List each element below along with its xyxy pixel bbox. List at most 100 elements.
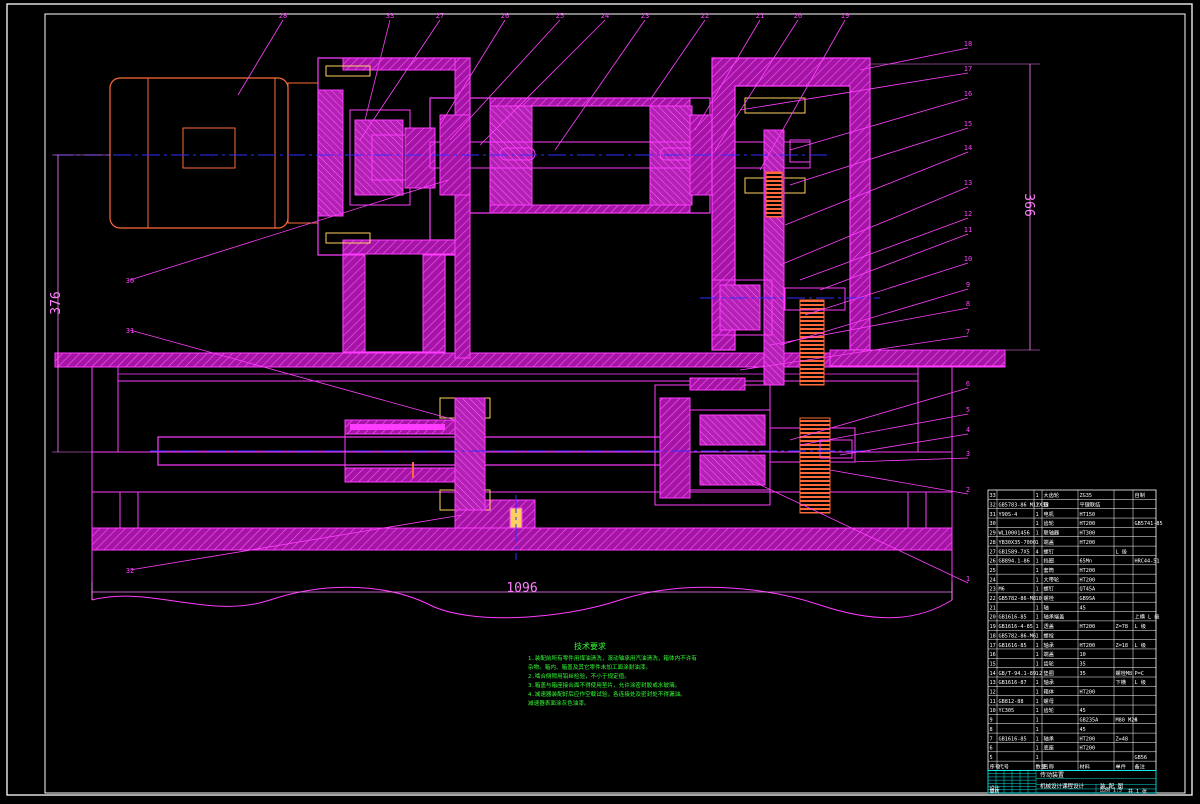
balloon-label: 25 [556,12,564,20]
table-cell: GB56 [1135,755,1148,761]
table-cell: 1 [1036,680,1039,686]
table-cell: L 级 [1135,622,1146,630]
table-cell: 1 [1036,531,1039,537]
table-cell: 齿轮 [1044,519,1054,527]
table-cell: 1 [1036,587,1039,593]
table-cell: GB1616-85 [999,643,1027,649]
balloon-label: 10 [964,255,972,263]
table-cell: GB1616-4-85 [999,624,1033,630]
table-cell: 轴承端盖 [1044,613,1065,621]
table-cell: GB1589-7X5 [999,549,1030,555]
table-cell: M6 [999,587,1005,593]
table-cell: 1 [1036,708,1039,714]
table-cell: 1 [1036,671,1039,677]
table-cell: HT200 [1080,521,1096,527]
table-cell: 22 [990,596,996,602]
table-cell: 10 [1036,596,1042,602]
table-cell: HT200 [1080,736,1096,742]
table-cell: 18 [990,633,996,639]
overall-length-dimension: 1096 [506,581,537,596]
table-cell: GB5782-86-M8 [999,596,1036,602]
balloon-label: 17 [964,65,972,73]
table-cell: 27 [990,549,996,555]
table-cell: 1 [1036,736,1039,742]
table-cell: 1 [1036,493,1039,499]
table-cell: 1 [1036,727,1039,733]
table-cell: 大带轮 [1044,575,1060,583]
table-cell: WL10001456 [999,531,1030,537]
table-cell: 下横 [1116,678,1127,686]
table-cell: GB1616-85 [999,615,1027,621]
table-cell: HRC44-51 [1135,559,1160,565]
drawing-name: 传动装置 [1040,771,1064,779]
table-cell: 24 [990,577,996,583]
table-cell: 35 [1080,671,1086,677]
table-cell: 19 [990,624,996,630]
table-cell: YB30X35-7000 [999,540,1036,546]
school-name: 机械设计课程设计 [1040,782,1085,790]
scale: 比例 1:5 [1100,786,1122,793]
table-cell: P=C [1135,671,1144,677]
table-cell: 12 [990,690,996,696]
table-cell: L 级 [1135,641,1146,649]
table-cell: 齿轮 [1044,706,1054,714]
note-line: 杂物。箱内、箱盖及其它零件未加工面涂耐油漆。 [528,663,651,671]
table-cell: 15 [990,661,996,667]
table-cell: L 级 [1135,678,1146,686]
table-cell: 平键联结 [1080,501,1101,509]
table-cell: 螺栓 [1044,631,1055,639]
table-cell: 28 [990,540,996,546]
table-cell: 5 [990,755,993,761]
table-cell: 16 [990,652,996,658]
table-cell: Z=18 [1116,643,1129,649]
balloon-label: 11 [964,226,972,234]
balloon-label: 7 [966,328,970,336]
balloon-label: 14 [964,144,972,152]
table-cell: 联轴器 [1044,529,1060,537]
table-cell: 9 [990,718,993,724]
table-cell: 6 [990,746,993,752]
balloon-label: 23 [641,12,649,20]
table-cell: HT200 [1080,568,1096,574]
table-cell: 35 [1080,661,1086,667]
table-cell: 29 [990,531,996,537]
table-cell: 4 [1036,549,1039,555]
table-cell: 轴承 [1044,641,1055,649]
table-cell: 33 [990,493,996,499]
table-cell: 1 [1036,718,1039,724]
table-cell: GB894.1-86 [999,559,1030,565]
table-cell: 齿轮 [1044,659,1054,667]
table-cell: GB5783-86 M12X35 [999,503,1049,509]
table-cell: 14 [990,671,996,677]
table-cell: 轴承 [1044,734,1055,742]
table-cell: 1 [1036,615,1039,621]
table-cell: ZG35 [1080,493,1093,499]
table-cell: 31 [990,512,996,518]
balloon-label: 28 [279,12,287,20]
table-cell: 端盖 [1044,538,1054,546]
table-cell: 1 [1036,577,1039,583]
table-cell: 螺栓 [1044,594,1055,602]
balloon-label: 16 [964,90,972,98]
table-cell: 1 [1036,605,1039,611]
note-line: 4.减速器装配好后应作空载试验，各连接处及密封处不得漏油。 [528,690,686,698]
table-cell: YC305 [999,708,1015,714]
balloon-label: 33 [386,12,394,20]
balloon-label: 1 [966,575,970,583]
balloon-label: 27 [436,12,444,20]
table-cell: HT200 [1080,690,1096,696]
table-cell: GB1616-85 [999,736,1027,742]
table-cell: 30 [990,521,996,527]
table-cell: 1 [1036,568,1039,574]
balloon-label: 3 [966,450,970,458]
dimensions [52,63,1040,600]
table-cell: 键 [1044,501,1049,509]
balloon-label: 12 [964,210,972,218]
table-cell: GB235A [1080,718,1100,724]
table-cell: GB5741-85 [1135,521,1163,527]
table-cell: 轴 [1044,603,1049,611]
table-cell: Z=78 [1116,624,1129,630]
table-cell: 1 [1036,624,1039,630]
table-cell: 45 [1080,605,1086,611]
balloon-label: 22 [701,12,709,20]
